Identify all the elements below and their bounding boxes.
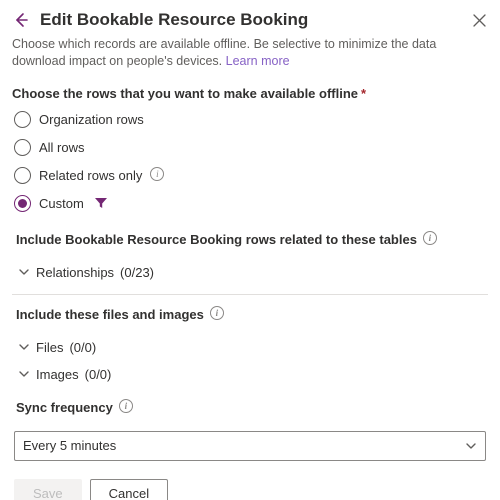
radio-label: Custom [39, 196, 84, 211]
divider [12, 294, 488, 295]
files-collapser[interactable]: Files (0/0) [18, 340, 488, 355]
files-label: Files [36, 340, 63, 355]
chevron-down-icon [465, 440, 477, 452]
close-button[interactable] [470, 11, 488, 29]
footer: Save Cancel [14, 479, 488, 500]
images-collapser[interactable]: Images (0/0) [18, 367, 488, 382]
chevron-down-icon [18, 368, 30, 380]
save-button: Save [14, 479, 82, 500]
radio-label: All rows [39, 140, 85, 155]
cancel-button[interactable]: Cancel [90, 479, 168, 500]
panel-header: Edit Bookable Resource Booking [12, 10, 488, 30]
files-images-label-text: Include these files and images [16, 307, 204, 322]
radio-icon [14, 195, 31, 212]
edit-offline-panel: Edit Bookable Resource Booking Choose wh… [0, 0, 500, 500]
related-tables-label-text: Include Bookable Resource Booking rows r… [16, 232, 417, 247]
radio-all-rows[interactable]: All rows [14, 139, 488, 156]
rows-radio-group: Organization rows All rows Related rows … [14, 111, 488, 212]
info-icon[interactable]: i [423, 231, 437, 245]
back-button[interactable] [12, 11, 30, 29]
files-images-label: Include these files and images i [16, 307, 488, 322]
sync-frequency-label: Sync frequency i [16, 400, 488, 415]
required-asterisk: * [361, 86, 366, 101]
chevron-down-icon [18, 341, 30, 353]
close-icon [473, 14, 486, 27]
relationships-label: Relationships [36, 265, 114, 280]
radio-icon [14, 139, 31, 156]
radio-related-rows-only[interactable]: Related rows only i [14, 167, 488, 184]
relationships-count: (0/23) [120, 265, 154, 280]
radio-organization-rows[interactable]: Organization rows [14, 111, 488, 128]
radio-icon [14, 111, 31, 128]
panel-title: Edit Bookable Resource Booking [40, 10, 460, 30]
radio-label: Related rows only [39, 168, 142, 183]
images-count: (0/0) [85, 367, 112, 382]
info-icon[interactable]: i [150, 167, 164, 181]
filter-icon[interactable] [94, 196, 108, 210]
arrow-left-icon [13, 12, 29, 28]
radio-icon [14, 167, 31, 184]
files-count: (0/0) [69, 340, 96, 355]
chevron-down-icon [18, 266, 30, 278]
sync-frequency-label-text: Sync frequency [16, 400, 113, 415]
sync-frequency-value: Every 5 minutes [23, 438, 116, 453]
images-label: Images [36, 367, 79, 382]
description-text: Choose which records are available offli… [12, 37, 436, 68]
relationships-collapser[interactable]: Relationships (0/23) [18, 265, 488, 280]
panel-description: Choose which records are available offli… [12, 36, 488, 70]
learn-more-link[interactable]: Learn more [226, 54, 290, 68]
related-tables-label: Include Bookable Resource Booking rows r… [16, 232, 488, 247]
info-icon[interactable]: i [119, 399, 133, 413]
rows-section-label-text: Choose the rows that you want to make av… [12, 86, 358, 101]
radio-label: Organization rows [39, 112, 144, 127]
rows-section-label: Choose the rows that you want to make av… [12, 86, 488, 101]
radio-custom[interactable]: Custom [14, 195, 488, 212]
sync-frequency-select[interactable]: Every 5 minutes [14, 431, 486, 461]
info-icon[interactable]: i [210, 306, 224, 320]
